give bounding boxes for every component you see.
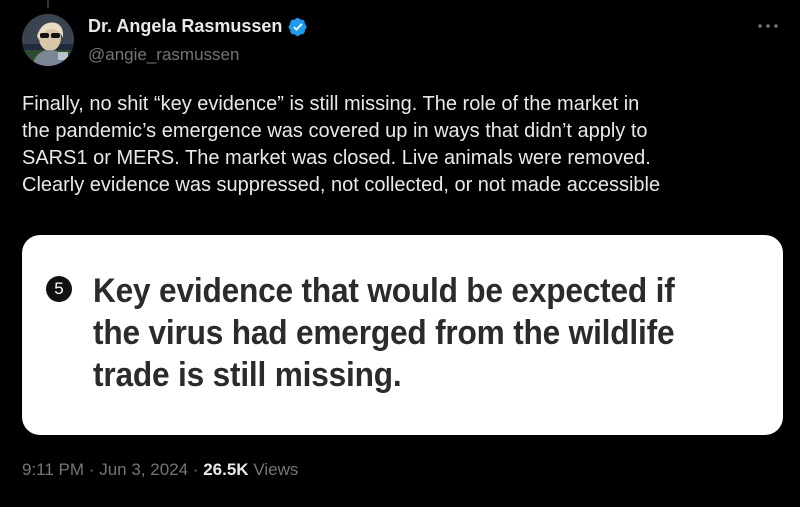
media-number-badge: 5 [46,276,72,302]
avatar-image [22,14,74,66]
author-handle[interactable]: @angie_rasmussen [88,45,239,65]
tweet-text: Finally, no shit “key evidence” is still… [22,91,792,199]
tweet-date: Jun 3, 2024 [99,460,189,479]
media-heading: Key evidence that would be expected if t… [93,270,725,396]
author-display-name[interactable]: Dr. Angela Rasmussen [88,16,282,37]
media-heading-line: Key evidence that would be expected if [93,272,675,310]
thread-connector-line [47,0,49,8]
views-count: 26.5K [203,460,249,479]
meta-separator: · [192,460,199,479]
views-label: Views [253,460,299,479]
media-heading-line: the virus had emerged from the wildlife [93,314,675,352]
author-name-row: Dr. Angela Rasmussen [88,16,308,37]
tweet-media-image[interactable]: 5 Key evidence that would be expected if… [22,235,783,435]
tweet-text-line: Finally, no shit “key evidence” is still… [22,93,640,115]
tweet-meta-row: 9:11 PM · Jun 3, 2024 · 26.5K Views [22,460,298,480]
tweet-text-line: Clearly evidence was suppressed, not col… [22,174,661,196]
tweet-timestamp-link[interactable]: 9:11 PM · Jun 3, 2024 [22,460,188,479]
more-options-button[interactable] [756,18,780,34]
more-horizontal-icon [758,24,778,28]
tweet-text-line: the pandemic’s emergence was covered up … [22,120,648,142]
avatar[interactable] [22,14,74,66]
meta-separator: · [88,460,95,479]
tweet-time: 9:11 PM [22,460,85,479]
tweet-text-line: SARS1 or MERS. The market was closed. Li… [22,147,651,169]
media-heading-line: trade is still missing. [93,356,402,394]
verified-badge-icon [288,17,307,36]
